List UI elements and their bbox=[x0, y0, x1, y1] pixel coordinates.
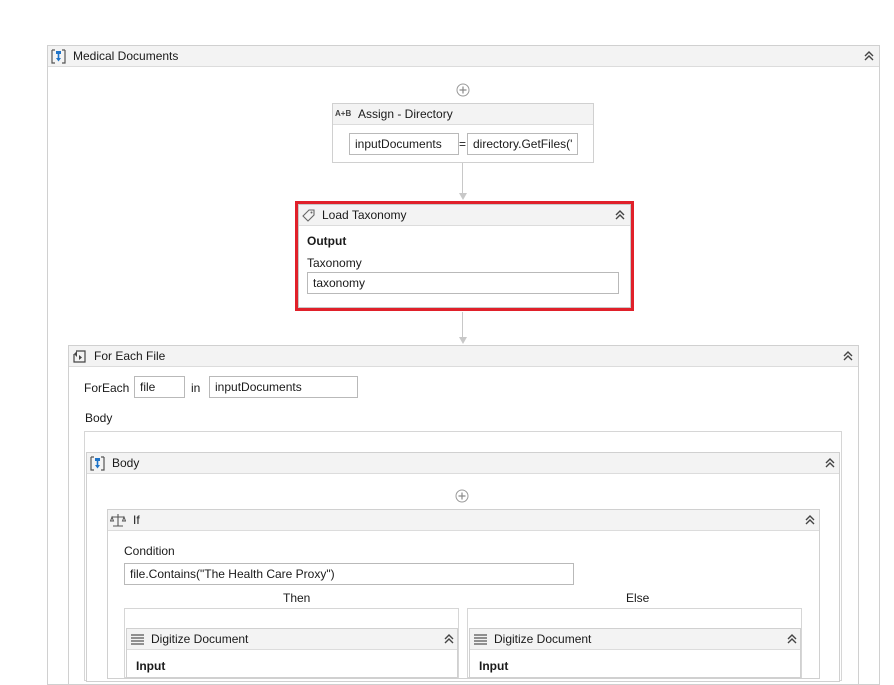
sequence-title: Medical Documents bbox=[73, 49, 179, 63]
load-taxonomy-header[interactable]: Load Taxonomy bbox=[299, 205, 630, 226]
assign-value-field[interactable]: directory.GetFiles(' bbox=[467, 133, 578, 155]
assign-header[interactable]: A+B Assign - Directory bbox=[333, 104, 593, 125]
if-title: If bbox=[133, 513, 140, 527]
connector-arrow-icon bbox=[459, 193, 467, 200]
collapse-icon[interactable] bbox=[804, 513, 816, 527]
if-icon bbox=[109, 512, 127, 531]
assign-equals-label: = bbox=[459, 137, 467, 151]
digitize-icon bbox=[130, 633, 145, 649]
collapse-icon[interactable] bbox=[443, 632, 455, 646]
then-label: Then bbox=[283, 591, 311, 605]
assign-directory-activity[interactable]: A+B Assign - Directory inputDocuments = … bbox=[332, 103, 594, 163]
add-activity-plus-icon[interactable] bbox=[455, 489, 469, 503]
add-activity-plus-icon[interactable] bbox=[456, 83, 470, 97]
sequence-icon bbox=[51, 49, 66, 67]
connector-arrow-icon bbox=[459, 337, 467, 344]
load-taxonomy-title: Load Taxonomy bbox=[322, 208, 407, 222]
condition-label: Condition bbox=[124, 544, 175, 558]
foreach-item-field[interactable]: file bbox=[134, 376, 185, 398]
foreach-collection-field[interactable]: inputDocuments bbox=[209, 376, 358, 398]
foreach-label: ForEach bbox=[84, 381, 130, 395]
assign-icon: A+B bbox=[335, 109, 352, 118]
digitize-then-title: Digitize Document bbox=[151, 632, 249, 646]
collapse-icon[interactable] bbox=[786, 632, 798, 646]
digitize-else-title: Digitize Document bbox=[494, 632, 592, 646]
if-header[interactable]: If bbox=[108, 510, 819, 531]
output-section-label: Output bbox=[307, 234, 347, 248]
collapse-icon[interactable] bbox=[824, 456, 836, 470]
assign-to-field[interactable]: inputDocuments bbox=[349, 133, 459, 155]
for-each-title: For Each File bbox=[94, 349, 166, 363]
digitize-else-input-label: Input bbox=[479, 659, 509, 673]
in-label: in bbox=[191, 381, 201, 395]
digitize-then-input-label: Input bbox=[136, 659, 166, 673]
body-sequence-title: Body bbox=[112, 456, 140, 470]
digitize-document-then[interactable]: Digitize Document Input bbox=[126, 628, 458, 678]
sequence-icon bbox=[90, 456, 105, 474]
body-label: Body bbox=[85, 411, 113, 425]
connector-line bbox=[462, 312, 463, 337]
collapse-icon[interactable] bbox=[614, 208, 626, 222]
condition-field[interactable]: file.Contains("The Health Care Proxy") bbox=[124, 563, 574, 585]
collapse-icon[interactable] bbox=[863, 49, 875, 63]
digitize-else-header[interactable]: Digitize Document bbox=[470, 629, 800, 650]
collapse-icon[interactable] bbox=[842, 349, 854, 363]
digitize-icon bbox=[473, 633, 488, 649]
else-label: Else bbox=[626, 591, 650, 605]
foreach-icon bbox=[72, 349, 87, 367]
load-taxonomy-activity[interactable]: Load Taxonomy Output Taxonomy taxonomy bbox=[298, 204, 631, 308]
taxonomy-label: Taxonomy bbox=[307, 256, 362, 270]
assign-title: Assign - Directory bbox=[358, 107, 453, 121]
sequence-header[interactable]: Medical Documents bbox=[48, 46, 879, 67]
taxonomy-output-field[interactable]: taxonomy bbox=[307, 272, 619, 294]
taxonomy-icon bbox=[301, 208, 316, 226]
connector-line bbox=[462, 163, 463, 193]
for-each-header[interactable]: For Each File bbox=[69, 346, 858, 367]
digitize-then-header[interactable]: Digitize Document bbox=[127, 629, 457, 650]
body-sequence-header[interactable]: Body bbox=[87, 453, 839, 474]
digitize-document-else[interactable]: Digitize Document Input bbox=[469, 628, 801, 678]
